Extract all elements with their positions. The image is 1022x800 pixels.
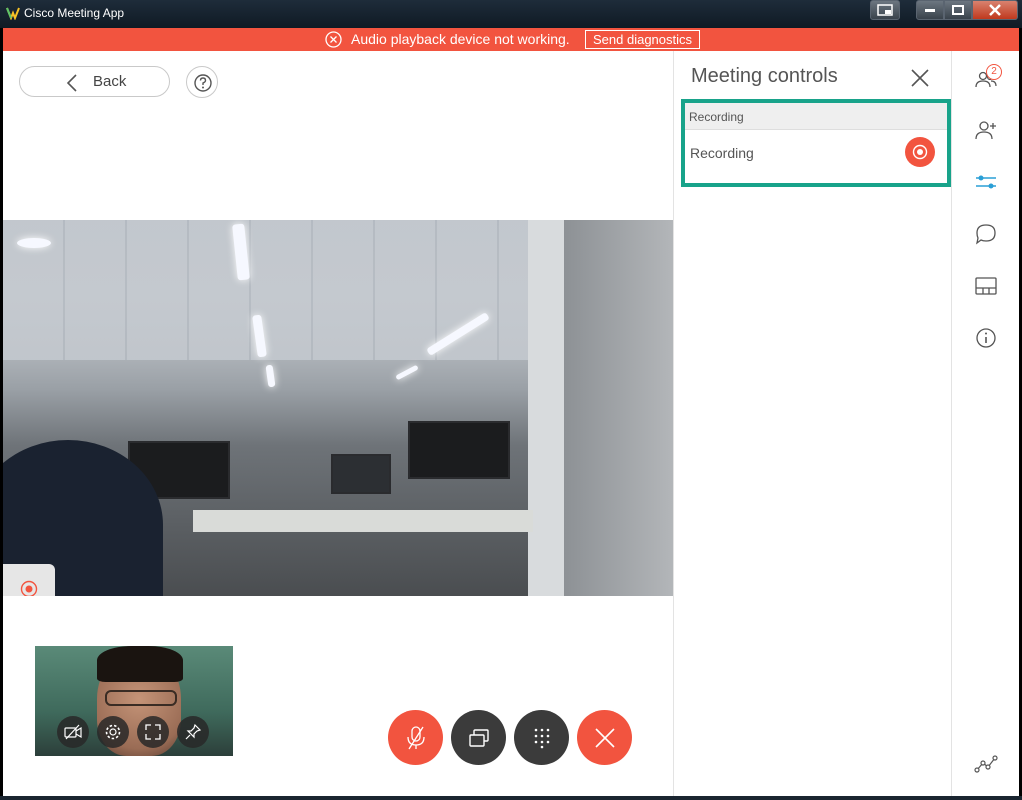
- fullscreen-button[interactable]: [137, 716, 169, 748]
- keypad-button[interactable]: [514, 710, 569, 765]
- ceiling-light: [395, 364, 419, 381]
- help-button[interactable]: [186, 66, 218, 98]
- gear-icon: [105, 724, 121, 740]
- window-title: Cisco Meeting App: [24, 6, 125, 20]
- record-icon: [912, 144, 928, 160]
- video-wall: [528, 220, 564, 596]
- self-view-hair: [97, 646, 183, 682]
- picture-in-picture-button[interactable]: [870, 0, 900, 20]
- video-monitor: [331, 454, 391, 494]
- camera-off-button[interactable]: [57, 716, 89, 748]
- recording-label: Recording: [690, 145, 754, 161]
- error-icon: [325, 31, 342, 48]
- recording-section: Recording Recording: [681, 99, 951, 187]
- self-view-video: [35, 646, 233, 756]
- recording-indicator[interactable]: [3, 564, 55, 596]
- window-close-button[interactable]: [972, 0, 1018, 20]
- video-desk: [193, 510, 533, 532]
- send-diagnostics-button[interactable]: Send diagnostics: [585, 30, 701, 49]
- back-label: Back: [93, 73, 127, 90]
- chevron-left-icon: [66, 74, 77, 92]
- add-participant-icon[interactable]: [974, 118, 998, 142]
- mute-microphone-button[interactable]: [388, 710, 443, 765]
- cisco-meeting-app-logo: [6, 7, 20, 20]
- participants-count-badge: 2: [986, 64, 1002, 80]
- side-rail: 2: [951, 51, 1019, 796]
- layout-icon[interactable]: [974, 274, 998, 298]
- close-panel-button[interactable]: [910, 68, 930, 88]
- network-stats-icon[interactable]: [974, 752, 998, 776]
- notification-bar: Audio playback device not working. Send …: [3, 28, 1019, 51]
- minimize-button[interactable]: [916, 0, 944, 20]
- chat-icon[interactable]: [974, 222, 998, 246]
- self-view-settings-button[interactable]: [97, 716, 129, 748]
- ceiling-light: [265, 364, 276, 388]
- remote-video-feed: [3, 220, 673, 596]
- video-monitor: [408, 421, 510, 479]
- expand-icon: [145, 724, 161, 740]
- taskbar-edge: [0, 796, 1022, 800]
- meeting-window: Audio playback device not working. Send …: [3, 28, 1019, 796]
- camera-off-icon: [64, 724, 82, 740]
- screen-share-icon: [468, 728, 489, 747]
- microphone-muted-icon: [406, 725, 425, 749]
- end-call-button[interactable]: [577, 710, 632, 765]
- pin-self-view-button[interactable]: [177, 716, 209, 748]
- help-icon: [194, 74, 212, 92]
- notification-message: Audio playback device not working.: [351, 31, 570, 47]
- meeting-controls-icon[interactable]: [974, 170, 998, 194]
- video-area: Back: [3, 51, 673, 796]
- meeting-controls-panel: Meeting controls Recording Recording: [673, 51, 951, 796]
- info-icon[interactable]: [974, 326, 998, 350]
- record-icon: [20, 580, 38, 596]
- panel-title: Meeting controls: [691, 65, 838, 87]
- ceiling-light: [17, 238, 51, 248]
- self-view-glasses: [105, 690, 177, 706]
- back-button[interactable]: Back: [19, 66, 170, 97]
- video-pillar: [564, 220, 673, 596]
- window-titlebar: Cisco Meeting App: [0, 0, 1022, 28]
- pin-icon: [185, 723, 202, 740]
- maximize-button[interactable]: [944, 0, 972, 20]
- close-icon: [594, 727, 615, 748]
- recording-toggle-button[interactable]: [905, 137, 935, 167]
- recording-section-header: Recording: [685, 103, 947, 130]
- keypad-icon: [534, 728, 549, 748]
- share-screen-button[interactable]: [451, 710, 506, 765]
